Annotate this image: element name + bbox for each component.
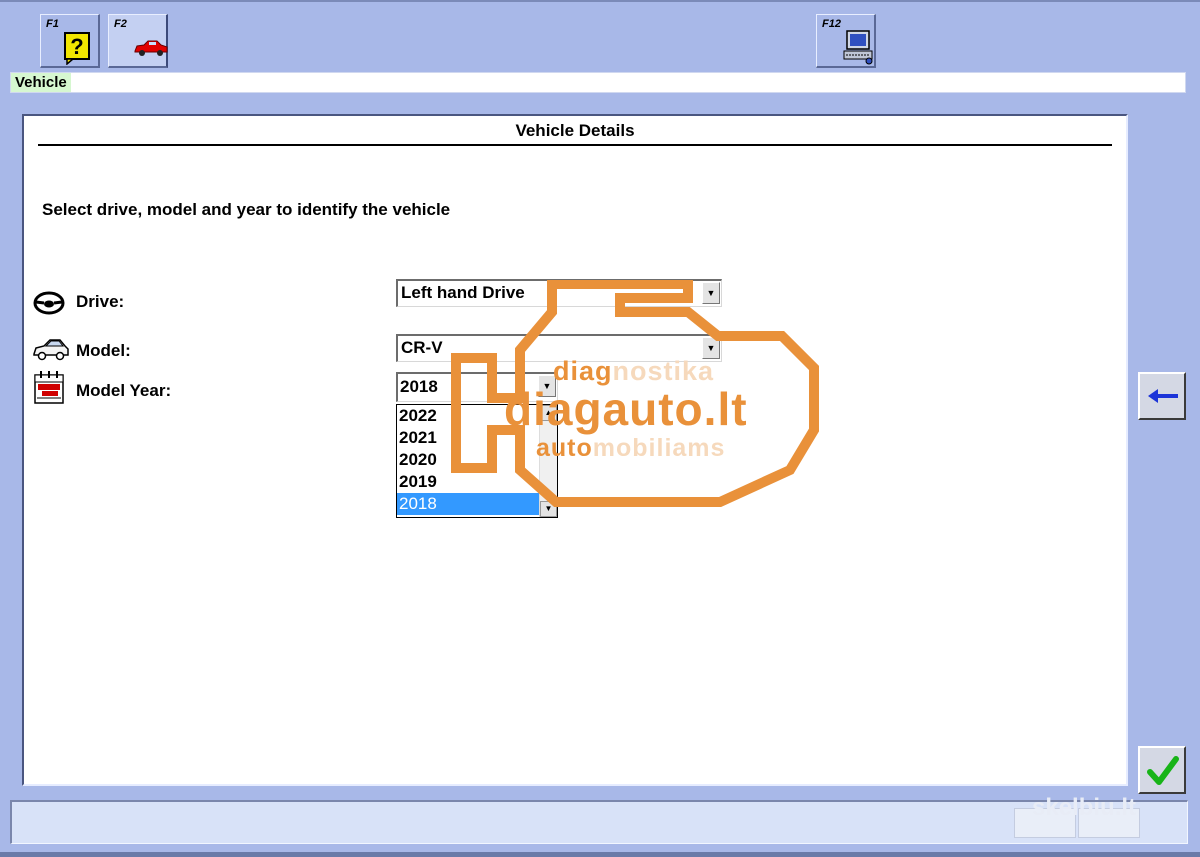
page-title: Vehicle Details bbox=[38, 120, 1112, 146]
car-outline-icon bbox=[32, 336, 70, 367]
status-bar bbox=[10, 800, 1188, 844]
f2-vehicle-button[interactable]: F2 bbox=[108, 14, 168, 68]
year-option-2018[interactable]: 2018 bbox=[397, 493, 539, 515]
drive-select[interactable]: Left hand Drive ▼ bbox=[396, 279, 722, 307]
model-label: Model: bbox=[76, 341, 131, 360]
year-option-2020[interactable]: 2020 bbox=[397, 449, 539, 471]
confirm-button[interactable] bbox=[1138, 746, 1186, 794]
f1-label: F1 bbox=[46, 18, 59, 30]
back-button[interactable] bbox=[1138, 372, 1186, 420]
model-year-label: Model Year: bbox=[76, 381, 172, 400]
f1-help-button[interactable]: F1 ? bbox=[40, 14, 100, 68]
f12-label: F12 bbox=[822, 18, 841, 30]
computer-network-icon bbox=[841, 29, 875, 70]
drive-value: Left hand Drive bbox=[401, 283, 525, 302]
f12-communication-button[interactable]: F12 bbox=[816, 14, 876, 68]
checkmark-icon bbox=[1146, 754, 1180, 793]
steering-wheel-icon bbox=[32, 290, 66, 321]
car-icon bbox=[133, 39, 169, 62]
scroll-down-icon[interactable]: ▼ bbox=[540, 501, 557, 517]
function-key-toolbar: F1 ? F2 F12 bbox=[0, 0, 1200, 70]
corner-watermark: skelbiu.lt bbox=[1032, 794, 1137, 821]
back-arrow-icon bbox=[1146, 386, 1180, 411]
svg-text:?: ? bbox=[70, 34, 83, 59]
drive-label: Drive: bbox=[76, 292, 125, 311]
instruction-text: Select drive, model and year to identify… bbox=[42, 200, 451, 219]
breadcrumb-item-vehicle[interactable]: Vehicle bbox=[11, 73, 71, 92]
f2-label: F2 bbox=[114, 18, 127, 30]
model-value: CR-V bbox=[401, 338, 443, 357]
year-option-2019[interactable]: 2019 bbox=[397, 471, 539, 493]
watermark-line3: automobiliams bbox=[536, 434, 726, 462]
bottom-border bbox=[0, 852, 1200, 857]
breadcrumb: Vehicle bbox=[10, 72, 1186, 93]
help-icon: ? bbox=[59, 29, 93, 70]
model-year-value: 2018 bbox=[400, 377, 438, 396]
chevron-down-icon[interactable]: ▼ bbox=[702, 282, 720, 304]
calendar-icon bbox=[32, 370, 66, 411]
watermark-line2: diagauto.lt bbox=[504, 383, 748, 435]
